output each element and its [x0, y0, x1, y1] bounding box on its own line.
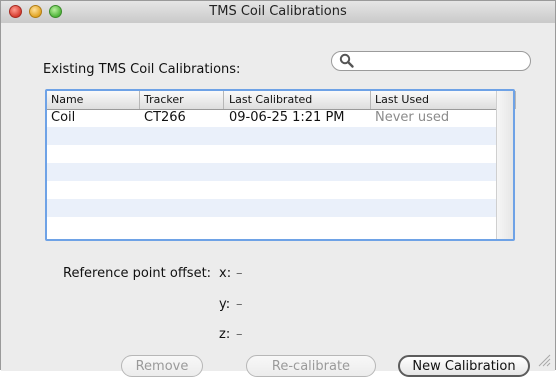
- empty-row: [47, 163, 513, 181]
- column-divider: [370, 91, 371, 109]
- remove-button[interactable]: Remove: [121, 355, 203, 377]
- table-row[interactable]: Coil CT266 09-06-25 1:21 PM Never used: [47, 109, 513, 127]
- x-label: x:: [219, 266, 232, 281]
- x-value: –: [236, 266, 243, 281]
- section-label: Existing TMS Coil Calibrations:: [43, 62, 241, 77]
- vertical-scrollbar[interactable]: [496, 91, 513, 239]
- empty-row: [47, 217, 513, 235]
- z-label: z:: [219, 327, 231, 342]
- z-value: –: [236, 327, 243, 342]
- column-header-last-used[interactable]: Last Used: [375, 93, 429, 106]
- new-calibration-button[interactable]: New Calibration: [398, 355, 530, 377]
- window-title: TMS Coil Calibrations: [209, 4, 347, 19]
- column-header-name[interactable]: Name: [51, 93, 83, 106]
- search-icon: [339, 53, 354, 68]
- column-divider: [139, 91, 140, 109]
- empty-row: [47, 127, 513, 145]
- table-header: Name Tracker Last Calibrated Last Used: [47, 91, 516, 110]
- calibrations-window: TMS Coil Calibrations Existing TMS Coil …: [0, 0, 556, 377]
- column-header-tracker[interactable]: Tracker: [144, 93, 184, 106]
- cell-tracker: CT266: [144, 110, 186, 125]
- empty-row: [47, 145, 513, 163]
- cell-name: Coil: [51, 110, 76, 125]
- empty-row: [47, 181, 513, 199]
- y-label: y:: [219, 297, 231, 312]
- cell-last-calibrated: 09-06-25 1:21 PM: [229, 110, 345, 125]
- content-area: Existing TMS Coil Calibrations: Name Tra…: [1, 23, 555, 377]
- recalibrate-button[interactable]: Re-calibrate: [246, 355, 376, 377]
- column-header-last-calibrated[interactable]: Last Calibrated: [229, 93, 312, 106]
- cell-last-used: Never used: [375, 110, 450, 125]
- y-value: –: [236, 297, 243, 312]
- column-divider: [223, 91, 224, 109]
- search-input[interactable]: [331, 51, 531, 71]
- reference-offset-label: Reference point offset:: [63, 266, 212, 281]
- calibrations-table[interactable]: Name Tracker Last Calibrated Last Used C…: [45, 89, 516, 241]
- empty-row: [47, 199, 513, 217]
- resize-handle-icon[interactable]: [537, 353, 551, 367]
- column-divider: [515, 91, 516, 109]
- title-bar: TMS Coil Calibrations: [1, 1, 555, 24]
